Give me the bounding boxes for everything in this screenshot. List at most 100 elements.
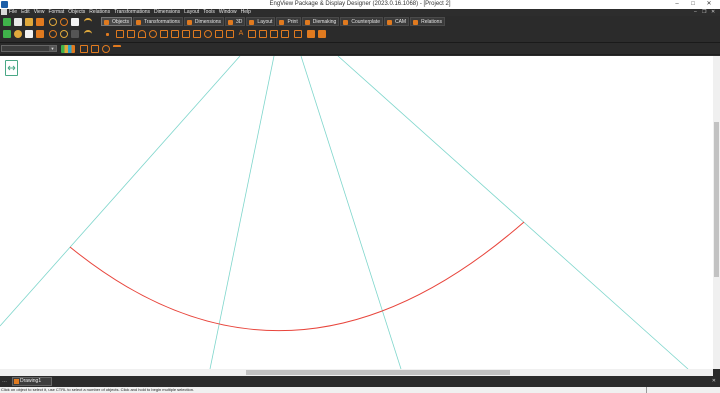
maximize-button[interactable]: □	[688, 0, 698, 9]
menu-format[interactable]: Format	[48, 9, 64, 16]
menu-edit[interactable]: Edit	[21, 9, 30, 16]
document-icon[interactable]	[1, 9, 7, 15]
new-icon[interactable]	[3, 18, 11, 26]
eye-icon[interactable]	[14, 30, 22, 38]
print-tab-icon	[279, 20, 285, 25]
menu-tools[interactable]: Tools	[203, 9, 215, 16]
tab-list-button[interactable]: …	[2, 378, 7, 384]
select-pointer-icon[interactable]	[71, 18, 79, 26]
tab-drawing1[interactable]: Drawing1	[12, 377, 52, 386]
trim-icon[interactable]	[215, 30, 223, 38]
layer-toolbar: ▼	[0, 43, 720, 55]
tab-relations[interactable]: Relations	[410, 17, 445, 26]
bevel-icon[interactable]	[270, 30, 278, 38]
zoom-fit-icon[interactable]	[49, 30, 57, 38]
zoom-all-icon[interactable]	[60, 30, 68, 38]
menu-relations[interactable]: Relations	[89, 9, 110, 16]
drawing-icon	[14, 379, 19, 384]
chevron-down-icon[interactable]: ▼	[49, 46, 56, 51]
horizontal-scroll-thumb[interactable]	[246, 370, 510, 375]
tab-drawing1-label: Drawing1	[20, 378, 42, 384]
tangent-icon[interactable]	[204, 30, 212, 38]
check-icon[interactable]	[3, 30, 11, 38]
save-icon[interactable]	[36, 18, 44, 26]
cross-icon[interactable]	[281, 30, 289, 38]
parallel-icon[interactable]	[182, 30, 190, 38]
tab-objects[interactable]: Objects	[101, 17, 132, 26]
tab-diemaking[interactable]: Diemaking	[301, 17, 340, 26]
polyline-icon[interactable]	[127, 30, 135, 38]
close-tab-button[interactable]: ✕	[712, 378, 716, 384]
guide-line	[337, 56, 689, 369]
ribbon-tabs: Objects Transformations Dimensions 3D La…	[101, 17, 445, 26]
new-document-icon[interactable]	[14, 18, 22, 26]
color-palette-icon[interactable]	[61, 45, 75, 53]
layer-icon[interactable]	[80, 45, 88, 53]
menu-transformations[interactable]: Transformations	[114, 9, 150, 16]
pattern-icon[interactable]	[307, 30, 315, 38]
pan-icon[interactable]	[71, 30, 79, 38]
menu-dimensions[interactable]: Dimensions	[154, 9, 180, 16]
menu-file[interactable]: File	[9, 9, 17, 16]
circle-icon[interactable]	[149, 30, 157, 38]
guide-line	[0, 56, 241, 327]
hatch-icon[interactable]	[259, 30, 267, 38]
plugin-icon[interactable]	[5, 60, 18, 76]
mdi-close-button[interactable]: ✕	[711, 9, 715, 16]
text-icon[interactable]: A	[237, 30, 245, 38]
tab-dimensions[interactable]: Dimensions	[183, 17, 225, 26]
tab-layout[interactable]: Layout	[246, 17, 276, 26]
vertical-scroll-thumb[interactable]	[714, 122, 719, 277]
extend-icon[interactable]	[226, 30, 234, 38]
rectangle-icon[interactable]	[160, 30, 168, 38]
objects-tab-icon	[104, 20, 109, 25]
print-icon[interactable]	[36, 30, 44, 38]
cam-tab-icon	[386, 20, 392, 25]
menu-view[interactable]: View	[34, 9, 45, 16]
line-icon[interactable]	[116, 30, 124, 38]
drawing-canvas[interactable]	[0, 56, 713, 369]
guide-icon[interactable]	[113, 45, 121, 53]
counterplate-tab-icon	[343, 20, 349, 25]
undo-icon[interactable]	[84, 18, 92, 26]
zoom-window-icon[interactable]	[60, 18, 68, 26]
point-icon[interactable]	[106, 33, 109, 36]
menu-help[interactable]: Help	[241, 9, 251, 16]
polygon-icon[interactable]	[171, 30, 179, 38]
menu-layout[interactable]: Layout	[184, 9, 199, 16]
arc-icon[interactable]	[138, 30, 146, 38]
page-icon[interactable]	[25, 30, 33, 38]
ortho-icon[interactable]	[102, 45, 110, 53]
status-message: Click on object to select it, use CTRL t…	[1, 387, 195, 392]
minimize-button[interactable]: –	[672, 0, 682, 9]
tab-transformations[interactable]: Transformations	[132, 17, 183, 26]
guide-line	[300, 56, 402, 369]
tab-3d[interactable]: 3D	[225, 17, 246, 26]
mdi-minimize-button[interactable]: –	[694, 9, 697, 16]
transformations-tab-icon	[135, 20, 141, 25]
tab-cam[interactable]: CAM	[383, 17, 410, 26]
bridge-icon[interactable]	[294, 30, 302, 38]
tab-counterplate[interactable]: Counterplate	[340, 17, 383, 26]
tab-print[interactable]: Print	[276, 17, 301, 26]
drawing-svg	[0, 56, 689, 369]
vertical-scrollbar[interactable]	[713, 56, 720, 369]
image-icon[interactable]	[248, 30, 256, 38]
menu-objects[interactable]: Objects	[68, 9, 85, 16]
horizontal-scrollbar[interactable]	[0, 369, 713, 376]
menu-window[interactable]: Window	[219, 9, 237, 16]
zoom-icon[interactable]	[49, 18, 57, 26]
menu-bar: File Edit View Format Objects Relations …	[0, 9, 720, 16]
open-folder-icon[interactable]	[25, 18, 33, 26]
dimensions-tab-icon	[186, 20, 192, 25]
layer-select[interactable]: ▼	[1, 45, 57, 52]
snap-icon[interactable]	[91, 45, 99, 53]
status-bar: Click on object to select it, use CTRL t…	[0, 387, 720, 393]
mdi-restore-button[interactable]: ❐	[702, 9, 706, 16]
grid-icon[interactable]	[318, 30, 326, 38]
red-arc[interactable]	[69, 221, 525, 332]
plugin-glyph	[7, 65, 16, 71]
offset-icon[interactable]	[193, 30, 201, 38]
close-button[interactable]: ✕	[704, 0, 714, 9]
redo-icon[interactable]	[84, 30, 92, 38]
